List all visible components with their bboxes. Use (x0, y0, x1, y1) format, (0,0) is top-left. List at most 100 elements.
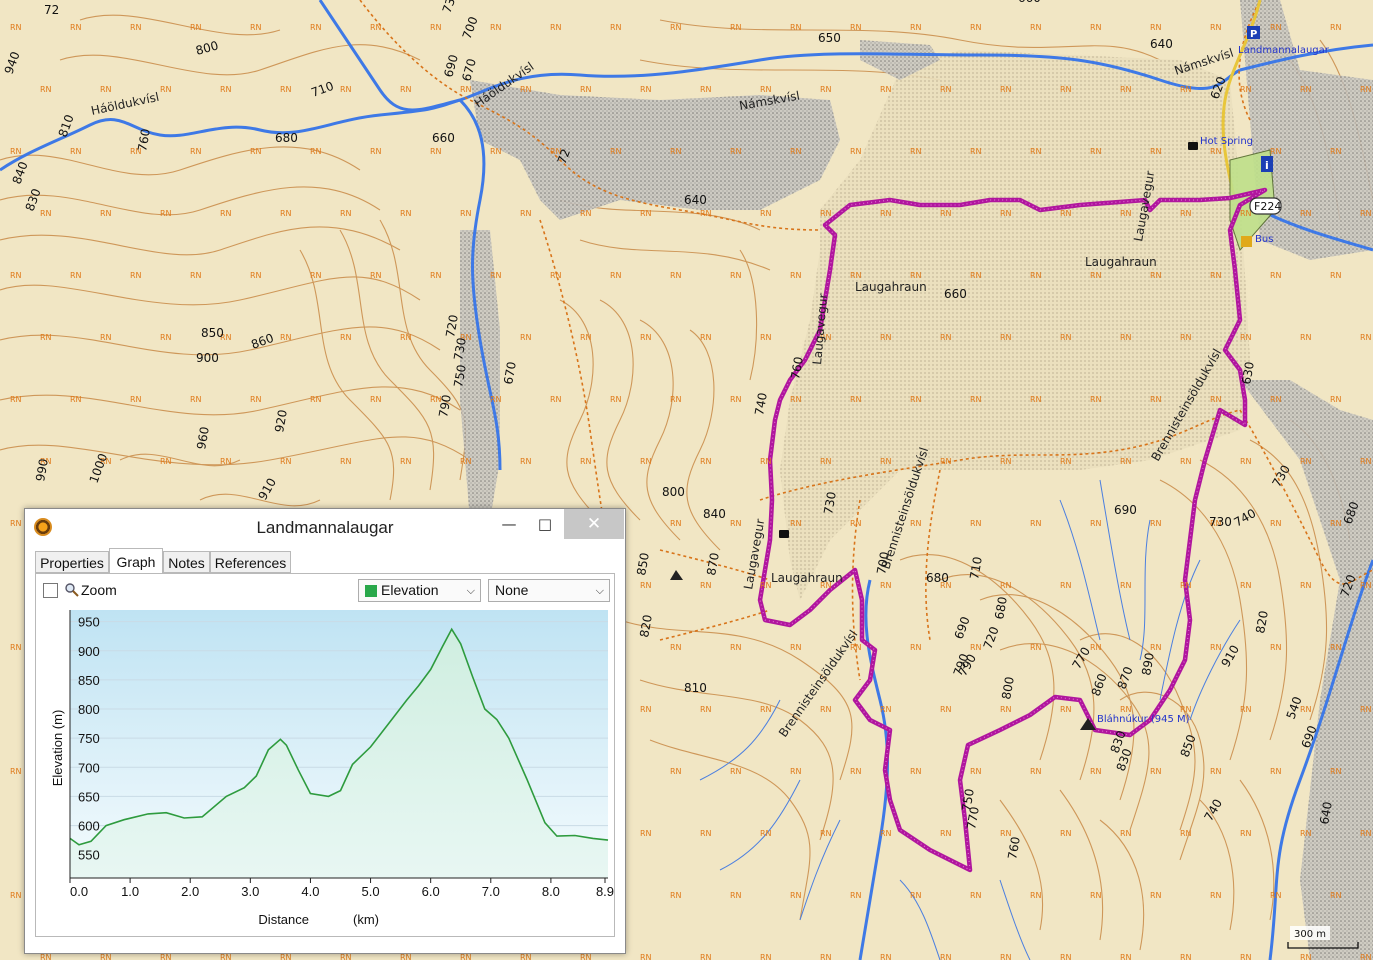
close-button[interactable]: ✕ (564, 509, 624, 539)
contour-elevation-label: 680 (926, 571, 949, 585)
rn-symbol: RN (1060, 953, 1072, 960)
rn-symbol: RN (520, 333, 532, 342)
zoom-checkbox[interactable] (43, 583, 58, 598)
rn-symbol: RN (940, 85, 952, 94)
contour-elevation-label: 800 (662, 485, 685, 499)
rn-symbol: RN (910, 271, 922, 280)
rn-symbol: RN (1180, 705, 1192, 714)
rn-symbol: RN (730, 271, 742, 280)
rn-symbol: RN (1240, 581, 1252, 590)
rn-symbol: RN (820, 953, 832, 960)
y-tick-label: 850 (78, 673, 100, 688)
rn-symbol: RN (1060, 581, 1072, 590)
track-properties-window[interactable]: Landmannalaugar — □ ✕ Properties Graph N… (24, 508, 626, 954)
rn-symbol: RN (820, 829, 832, 838)
rn-symbol: RN (580, 209, 592, 218)
rn-symbol: RN (1030, 519, 1042, 528)
rn-symbol: RN (1360, 829, 1372, 838)
rn-symbol: RN (790, 519, 802, 528)
rn-symbol: RN (1120, 829, 1132, 838)
rn-symbol: RN (220, 209, 232, 218)
window-titlebar[interactable]: Landmannalaugar — □ ✕ (25, 509, 625, 546)
rn-symbol: RN (1180, 829, 1192, 838)
rn-symbol: RN (1060, 705, 1072, 714)
rn-symbol: RN (1090, 643, 1102, 652)
rn-symbol: RN (1210, 395, 1222, 404)
rn-symbol: RN (1030, 767, 1042, 776)
rn-symbol: RN (790, 395, 802, 404)
rn-symbol: RN (940, 457, 952, 466)
y-tick-label: 650 (78, 789, 100, 804)
rn-symbol: RN (730, 643, 742, 652)
contour-elevation-label: 730 (1209, 515, 1232, 529)
rn-symbol: RN (1360, 705, 1372, 714)
rn-symbol: RN (190, 147, 202, 156)
rn-symbol: RN (940, 705, 952, 714)
rn-symbol: RN (820, 85, 832, 94)
rn-symbol: RN (1120, 333, 1132, 342)
rn-symbol: RN (970, 767, 982, 776)
contour-elevation-label: 680 (275, 131, 298, 145)
rn-symbol: RN (1360, 333, 1372, 342)
contour-elevation-label: 640 (684, 193, 707, 207)
contour-elevation-label: 660 (432, 131, 455, 145)
rn-symbol: RN (1300, 333, 1312, 342)
contour-elevation-label: 810 (684, 681, 707, 695)
primary-series-select[interactable]: Elevation ⌵ (358, 579, 481, 602)
tab-graph[interactable]: Graph (109, 548, 163, 574)
secondary-series-select[interactable]: None ⌵ (488, 579, 610, 602)
rn-symbol: RN (1090, 147, 1102, 156)
minimize-button[interactable]: — (492, 509, 526, 539)
tab-notes[interactable]: Notes (163, 551, 210, 573)
y-tick-label: 550 (78, 848, 100, 863)
rn-symbol: RN (1300, 209, 1312, 218)
rn-symbol: RN (280, 457, 292, 466)
rn-symbol: RN (760, 705, 772, 714)
info-icon[interactable]: i (1261, 156, 1273, 172)
chevron-down-icon: ⌵ (595, 585, 604, 597)
rn-symbol: RN (790, 23, 802, 32)
x-tick-label: 7.0 (482, 884, 500, 899)
rn-symbol: RN (310, 271, 322, 280)
rn-symbol: RN (520, 953, 532, 960)
rn-symbol: RN (1000, 457, 1012, 466)
camera-icon-laugahraun[interactable] (779, 530, 789, 538)
rn-symbol: RN (1270, 395, 1282, 404)
x-tick-label: 8.9 (596, 884, 614, 899)
contour-elevation-label: 690 (1114, 503, 1137, 517)
rn-symbol: RN (1240, 85, 1252, 94)
rn-symbol: RN (760, 829, 772, 838)
rn-symbol: RN (340, 333, 352, 342)
maximize-button[interactable]: □ (528, 509, 562, 539)
rn-symbol: RN (1210, 891, 1222, 900)
rn-symbol: RN (130, 23, 142, 32)
rn-symbol: RN (220, 953, 232, 960)
rn-symbol: RN (760, 457, 772, 466)
rn-symbol: RN (10, 643, 22, 652)
rn-symbol: RN (1030, 147, 1042, 156)
rn-symbol: RN (310, 395, 322, 404)
rn-symbol: RN (790, 271, 802, 280)
rn-symbol: RN (460, 209, 472, 218)
rn-symbol: RN (340, 953, 352, 960)
elevation-chart[interactable]: 550 600 650 700 750 800 850 900 950 0.0 1.0 2.0 3.0… (36, 608, 614, 938)
tab-references[interactable]: References (210, 551, 291, 573)
rn-symbol: RN (1000, 581, 1012, 590)
parking-icon-letter: P (1250, 29, 1257, 40)
rn-symbol: RN (1300, 457, 1312, 466)
rn-symbol: RN (640, 953, 652, 960)
tab-properties[interactable]: Properties (35, 551, 109, 573)
y-tick-label: 950 (78, 615, 100, 630)
contour-elevation-label: 650 (818, 31, 841, 45)
rn-symbol: RN (70, 271, 82, 280)
rn-symbol: RN (220, 457, 232, 466)
y-tick-label: 900 (78, 644, 100, 659)
rn-symbol: RN (700, 953, 712, 960)
rn-symbol: RN (430, 147, 442, 156)
rn-symbol: RN (1180, 581, 1192, 590)
rn-symbol: RN (250, 23, 262, 32)
rn-symbol: RN (100, 953, 112, 960)
rn-symbol: RN (880, 581, 892, 590)
rn-symbol: RN (730, 767, 742, 776)
rn-symbol: RN (910, 147, 922, 156)
